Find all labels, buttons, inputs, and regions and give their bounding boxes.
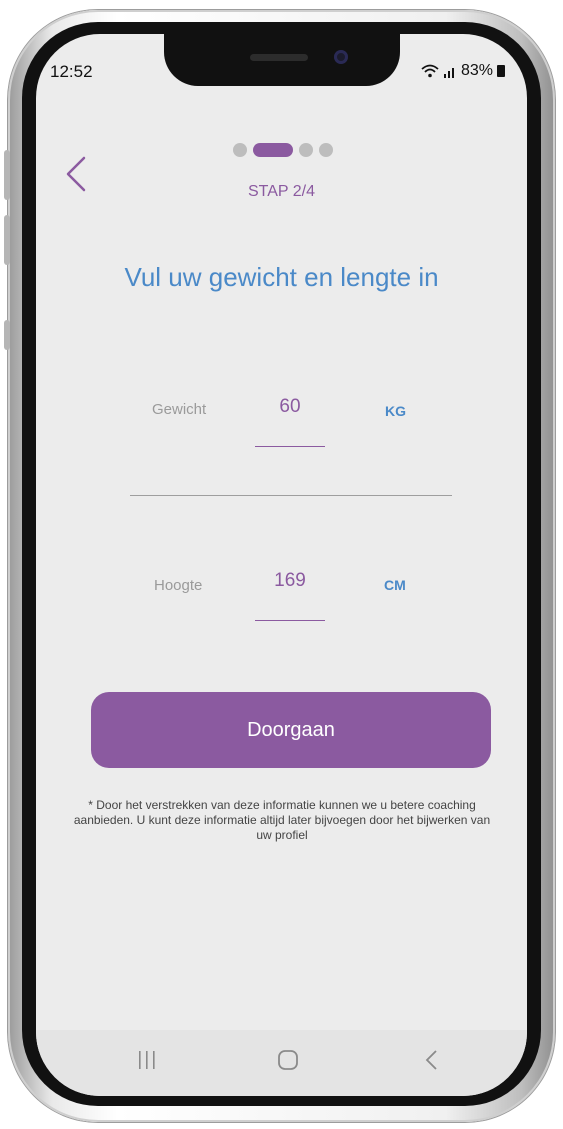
step-progress-indicator xyxy=(233,143,333,157)
front-camera xyxy=(334,50,348,64)
step-dot-active xyxy=(253,143,293,157)
status-icons: 83% xyxy=(421,62,505,80)
signal-icon xyxy=(443,68,454,78)
weight-input-underline xyxy=(255,446,325,447)
battery-icon xyxy=(497,65,505,77)
section-divider xyxy=(130,495,452,496)
height-label: Hoogte xyxy=(154,577,203,594)
phone-side-button xyxy=(4,215,10,265)
speaker-grille xyxy=(250,54,308,61)
battery-percent: 83% xyxy=(460,62,493,79)
step-dot xyxy=(233,143,247,157)
height-input-underline xyxy=(255,620,325,621)
screen: 12:52 83% STAP 2/4 Vul uw gewicht en len… xyxy=(36,34,527,1096)
phone-side-button xyxy=(4,150,10,200)
weight-label: Gewicht xyxy=(152,401,207,418)
nav-back-icon[interactable] xyxy=(420,1048,444,1072)
weight-input[interactable]: 60 xyxy=(255,396,325,418)
home-icon[interactable] xyxy=(276,1048,300,1072)
phone-side-button xyxy=(4,320,10,350)
system-navigation-bar xyxy=(36,1030,527,1096)
continue-button[interactable]: Doorgaan xyxy=(91,692,491,768)
height-input[interactable]: 169 xyxy=(255,570,325,592)
height-unit: CM xyxy=(384,577,406,593)
info-footnote: * Door het verstrekken van deze informat… xyxy=(73,798,491,842)
recents-icon[interactable] xyxy=(135,1048,159,1072)
step-dot xyxy=(319,143,333,157)
step-dot xyxy=(299,143,313,157)
page-title: Vul uw gewicht en lengte in xyxy=(124,262,439,292)
wifi-icon xyxy=(421,64,439,78)
camera-notch xyxy=(164,34,400,86)
weight-unit: KG xyxy=(385,403,406,419)
step-label: STAP 2/4 xyxy=(248,183,315,200)
status-time: 12:52 xyxy=(50,62,93,81)
